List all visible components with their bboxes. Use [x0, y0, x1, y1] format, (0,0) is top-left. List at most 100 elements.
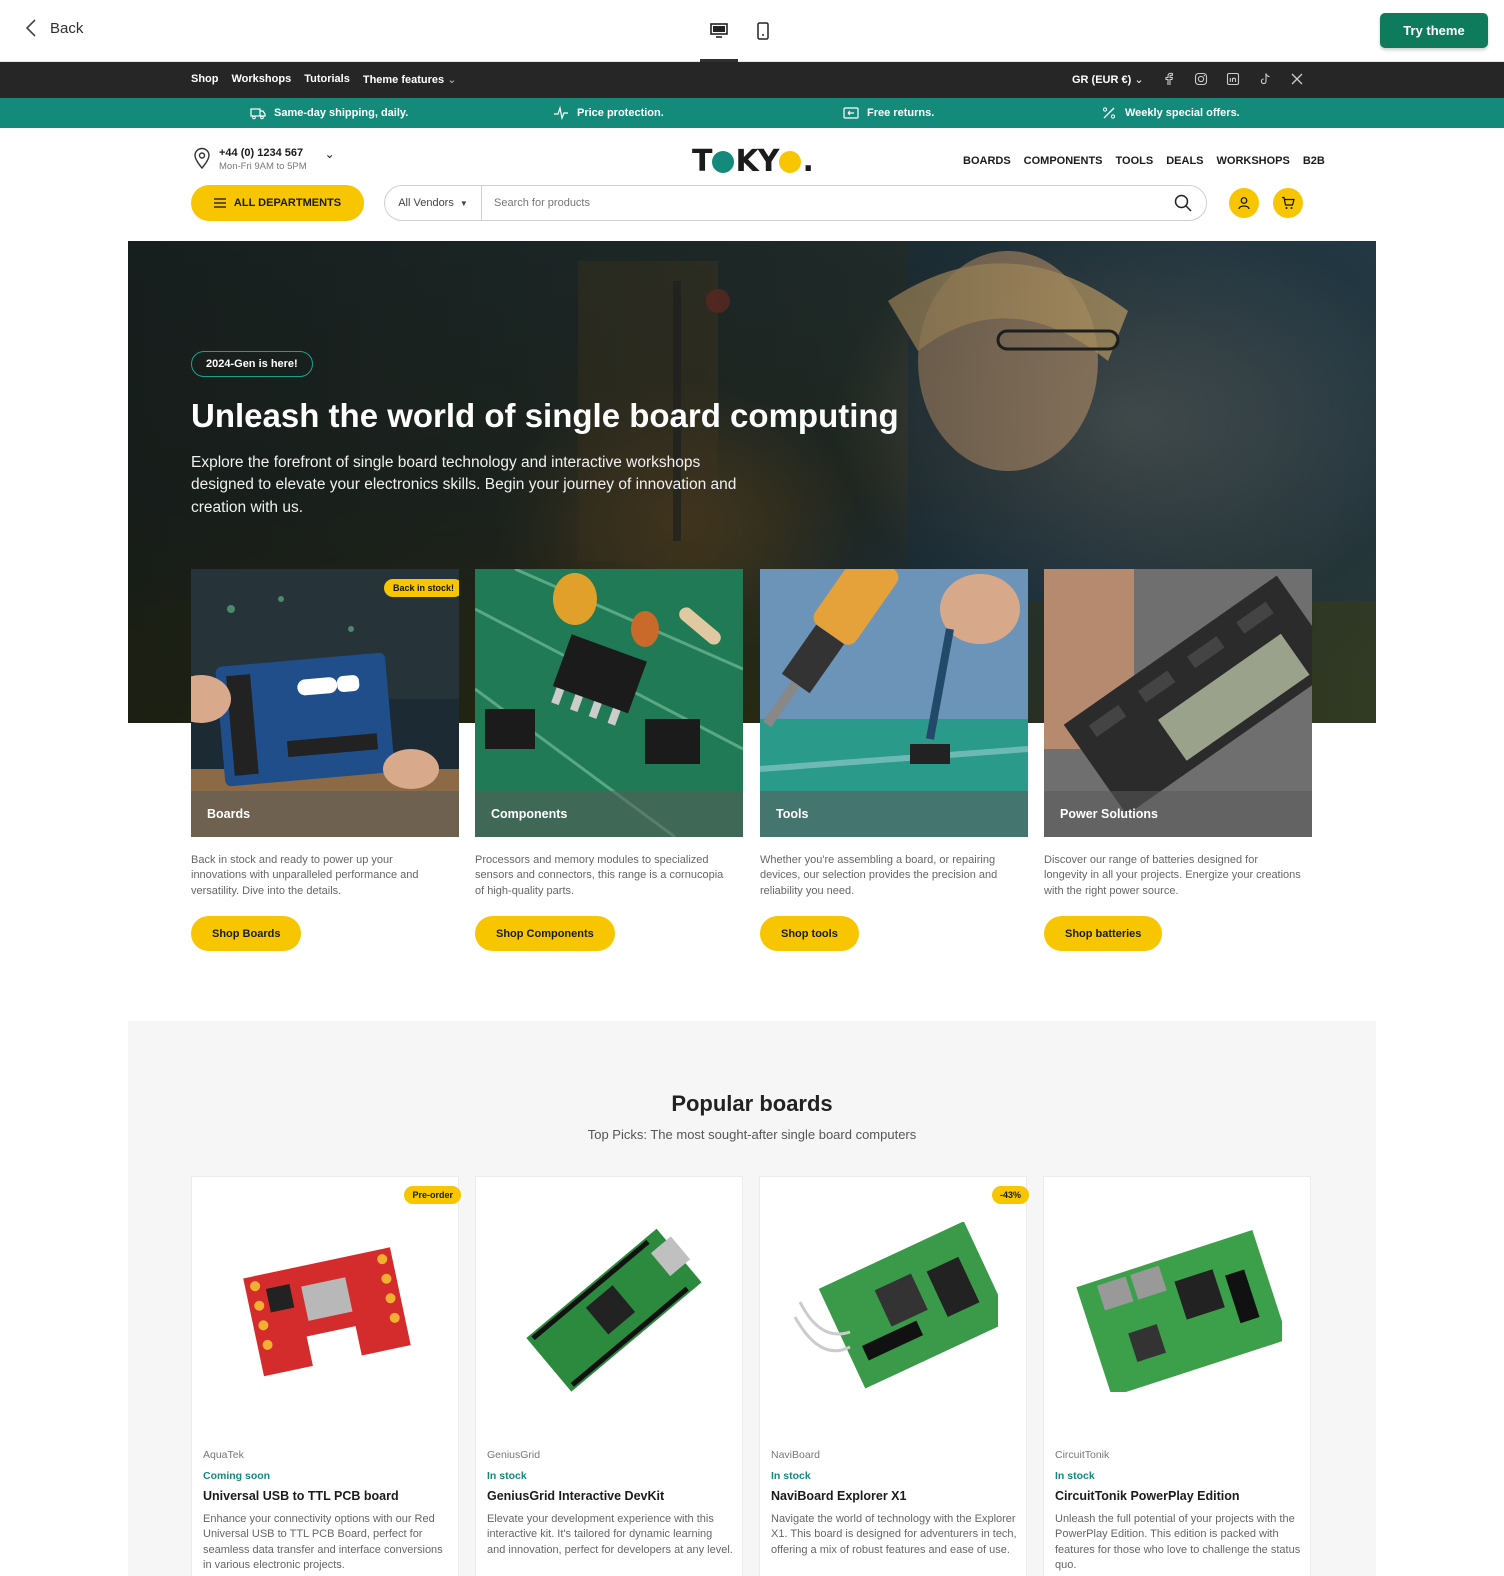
- x-twitter-icon[interactable]: [1290, 72, 1304, 86]
- store-contact[interactable]: +44 (0) 1234 567 Mon-Fri 9AM to 5PM ⌄: [193, 147, 335, 172]
- pulse-icon: [554, 106, 568, 120]
- caret-down-icon: ▼: [459, 198, 468, 208]
- product-card[interactable]: GeniusGrid In stock GeniusGrid Interacti…: [475, 1176, 743, 1576]
- category-label: Boards: [191, 791, 459, 837]
- promo-text: Free returns.: [867, 107, 935, 119]
- shop-boards-button[interactable]: Shop Boards: [191, 916, 302, 951]
- section-subtitle: Top Picks: The most sought-after single …: [587, 1127, 917, 1142]
- back-button[interactable]: Back: [24, 18, 83, 38]
- stock-status: Coming soon: [203, 1470, 271, 1482]
- popular-boards-section: Popular boards Top Picks: The most sough…: [128, 1021, 1376, 1576]
- shop-tools-button[interactable]: Shop tools: [760, 916, 859, 951]
- preview-bar: Back Try theme: [0, 0, 1504, 62]
- try-theme-button[interactable]: Try theme: [1380, 13, 1488, 48]
- nav-tools[interactable]: TOOLS: [1116, 155, 1154, 167]
- promo-returns: Free returns.: [843, 106, 934, 120]
- product-card[interactable]: CircuitTonik In stock CircuitTonik Power…: [1043, 1176, 1311, 1576]
- currency-label: GR (EUR €): [1072, 73, 1132, 86]
- product-description: Enhance your connectivity options with o…: [203, 1513, 443, 1572]
- stock-status: In stock: [487, 1470, 527, 1482]
- discount-badge: -43%: [991, 1186, 1029, 1204]
- shop-batteries-button[interactable]: Shop batteries: [1044, 916, 1163, 951]
- nav-theme-features[interactable]: Theme features ⌄: [363, 73, 457, 86]
- promo-shipping: Same-day shipping, daily.: [250, 106, 408, 120]
- return-box-icon: [843, 107, 859, 119]
- promo-text: Price protection.: [577, 107, 664, 119]
- category-description: Back in stock and ready to power up your…: [191, 854, 419, 897]
- product-name[interactable]: CircuitTonik PowerPlay Edition: [1055, 1489, 1240, 1503]
- category-label: Power Solutions: [1044, 791, 1312, 837]
- utility-right: GR (EUR €) ⌄: [1072, 72, 1304, 86]
- instagram-icon[interactable]: [1194, 72, 1208, 86]
- hero-title: Unleash the world of single board comput…: [191, 397, 899, 434]
- contact-text: +44 (0) 1234 567 Mon-Fri 9AM to 5PM: [219, 147, 307, 172]
- store-logo[interactable]: T KY.: [692, 144, 814, 179]
- search-button[interactable]: [1160, 194, 1206, 212]
- nav-tutorials[interactable]: Tutorials: [304, 73, 350, 86]
- chevron-down-icon: ⌄: [1134, 73, 1144, 86]
- product-image: [243, 1247, 411, 1377]
- logo-green-dot: [712, 150, 735, 173]
- cart-button[interactable]: [1273, 188, 1303, 218]
- category-card-tools[interactable]: Tools: [760, 569, 1028, 837]
- product-description: Elevate your development experience with…: [487, 1513, 733, 1556]
- vendor-label: All Vendors: [398, 197, 454, 209]
- truck-icon: [250, 108, 266, 120]
- cart-icon: [1282, 196, 1295, 209]
- product-vendor: GeniusGrid: [487, 1449, 541, 1461]
- logo-letter: T: [692, 144, 712, 179]
- product-card[interactable]: Pre-order AquaTek Coming soon Universal …: [191, 1176, 461, 1576]
- product-description: Unleash the full potential of your proje…: [1055, 1513, 1301, 1572]
- all-departments-button[interactable]: ALL DEPARTMENTS: [191, 185, 364, 221]
- product-vendor: CircuitTonik: [1055, 1449, 1110, 1461]
- category-card-boards[interactable]: Back in stock! Boards: [191, 569, 459, 837]
- category-description: Whether you're assembling a board, or re…: [760, 854, 998, 897]
- menu-icon: [213, 198, 226, 208]
- promo-text: Weekly special offers.: [1125, 107, 1240, 119]
- chevron-left-icon: [25, 19, 36, 37]
- hero-badge: 2024-Gen is here!: [191, 351, 313, 377]
- mobile-view-button[interactable]: [744, 0, 782, 62]
- section-title: Popular boards: [671, 1091, 833, 1116]
- category-card-components[interactable]: Components: [475, 569, 743, 837]
- nav-deals[interactable]: DEALS: [1166, 155, 1203, 167]
- utility-links: Shop Workshops Tutorials Theme features …: [191, 73, 456, 86]
- promo-bar: Same-day shipping, daily. Price protecti…: [0, 98, 1504, 128]
- nav-shop[interactable]: Shop: [191, 73, 219, 86]
- tiktok-icon[interactable]: [1258, 72, 1272, 86]
- opening-hours: Mon-Fri 9AM to 5PM: [219, 161, 307, 172]
- nav-components[interactable]: COMPONENTS: [1024, 155, 1103, 167]
- product-vendor: NaviBoard: [771, 1449, 821, 1461]
- nav-b2b[interactable]: B2B: [1303, 155, 1325, 167]
- product-vendor: AquaTek: [203, 1449, 244, 1461]
- product-name[interactable]: GeniusGrid Interactive DevKit: [487, 1489, 664, 1503]
- facebook-icon[interactable]: [1162, 72, 1176, 86]
- product-card[interactable]: -43% NaviBoard In stock NaviBoard Explor…: [759, 1176, 1029, 1576]
- account-button[interactable]: [1229, 188, 1259, 218]
- product-name[interactable]: Universal USB to TTL PCB board: [203, 1489, 399, 1503]
- product-image: [793, 1222, 998, 1389]
- preorder-badge: Pre-order: [404, 1186, 461, 1204]
- nav-boards[interactable]: BOARDS: [963, 155, 1011, 167]
- shop-components-button[interactable]: Shop Components: [475, 916, 615, 951]
- percent-icon: [1102, 107, 1116, 119]
- search-input[interactable]: [482, 186, 1160, 220]
- departments-label: ALL DEPARTMENTS: [233, 197, 342, 209]
- desktop-icon: [710, 23, 728, 38]
- logo-period: .: [802, 144, 813, 179]
- hero-subtitle: Explore the forefront of single board te…: [191, 454, 737, 516]
- logo-letters: KY: [735, 144, 779, 179]
- nav-workshops[interactable]: Workshops: [232, 73, 292, 86]
- product-name[interactable]: NaviBoard Explorer X1: [771, 1489, 906, 1503]
- phone-number: +44 (0) 1234 567: [219, 147, 304, 159]
- category-card-power[interactable]: Power Solutions: [1044, 569, 1312, 837]
- nav-workshops-main[interactable]: WORKSHOPS: [1217, 155, 1290, 167]
- category-label: Tools: [760, 791, 1028, 837]
- vendor-select[interactable]: All Vendors ▼: [385, 186, 482, 220]
- currency-selector[interactable]: GR (EUR €) ⌄: [1072, 73, 1144, 86]
- linkedin-icon[interactable]: [1226, 72, 1240, 86]
- product-image: [526, 1228, 702, 1392]
- desktop-view-button[interactable]: [700, 0, 738, 62]
- stock-status: In stock: [1055, 1470, 1095, 1482]
- product-image: [1076, 1230, 1282, 1392]
